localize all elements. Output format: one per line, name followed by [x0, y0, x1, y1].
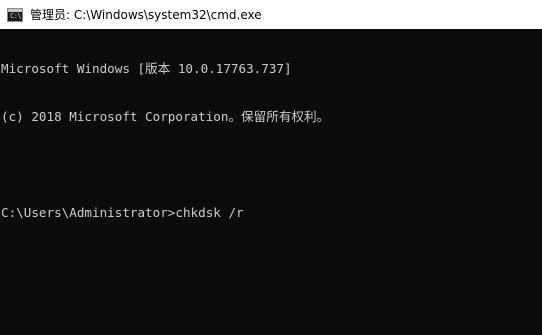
command-input-line[interactable]: C:\Users\Administrator> chkdsk /r [1, 205, 542, 221]
command-text[interactable]: chkdsk /r [175, 205, 243, 221]
console-line-version: Microsoft Windows [版本 10.0.17763.737] [1, 61, 292, 76]
title-bar[interactable]: C:\ 管理员: C:\Windows\system32\cmd.exe [0, 0, 542, 29]
window-title: 管理员: C:\Windows\system32\cmd.exe [30, 8, 262, 22]
command-prompt: C:\Users\Administrator> [1, 205, 176, 220]
console-line-copyright: (c) 2018 Microsoft Corporation。保留所有权利。 [1, 109, 330, 124]
console-output[interactable]: Microsoft Windows [版本 10.0.17763.737] (c… [0, 29, 542, 335]
cmd-icon: C:\ [7, 7, 23, 22]
cmd-window: C:\ 管理员: C:\Windows\system32\cmd.exe Mic… [0, 0, 542, 335]
cmd-icon-prompt: C:\ [10, 11, 22, 20]
